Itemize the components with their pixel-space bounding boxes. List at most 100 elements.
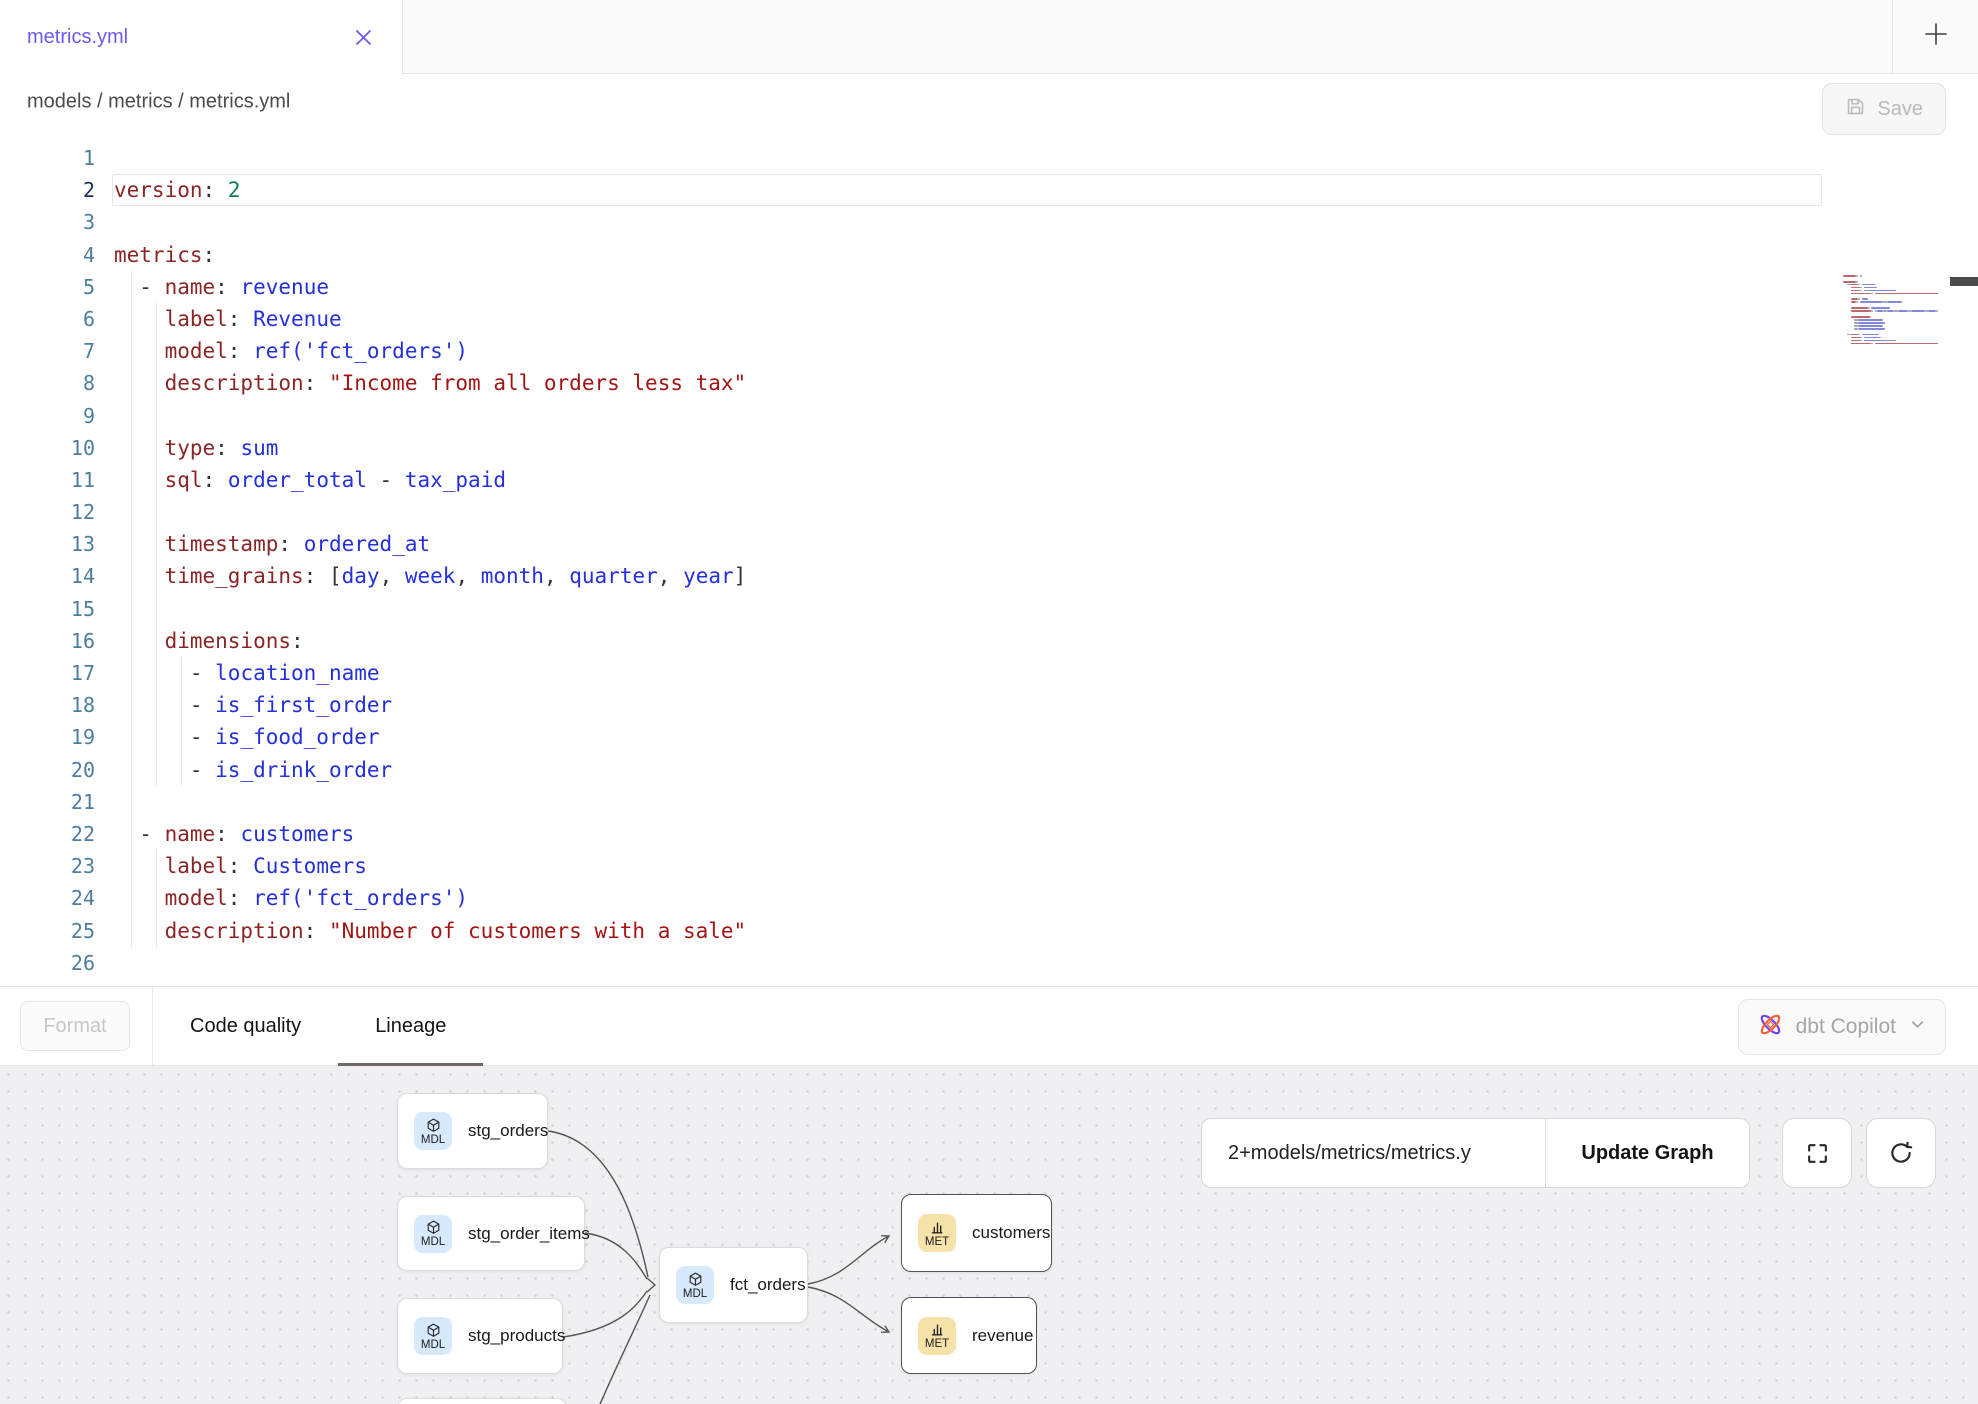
code-line-23[interactable]: 23 label: Customers bbox=[0, 850, 1978, 882]
update-graph-button[interactable]: Update Graph bbox=[1546, 1119, 1749, 1187]
fullscreen-button[interactable] bbox=[1782, 1118, 1852, 1188]
code-line-2[interactable]: 2version: 2 bbox=[0, 174, 1978, 206]
node-label: stg_products bbox=[468, 1326, 565, 1346]
file-header: models / metrics / metrics.yml Save bbox=[0, 74, 1978, 131]
code-text: timestamp: ordered_at bbox=[114, 528, 430, 560]
lineage-node-offscreen[interactable]: MDL bbox=[397, 1398, 567, 1404]
code-line-26[interactable]: 26 bbox=[0, 947, 1978, 979]
code-line-6[interactable]: 6 label: Revenue bbox=[0, 303, 1978, 335]
model-badge: MDL bbox=[414, 1317, 452, 1355]
scrollbar-cursor-mark[interactable] bbox=[1950, 277, 1978, 286]
line-number: 5 bbox=[0, 271, 95, 303]
code-text: metrics: bbox=[114, 239, 215, 271]
lineage-node-stg_products[interactable]: MDL stg_products bbox=[397, 1298, 563, 1374]
code-line-16[interactable]: 16 dimensions: bbox=[0, 625, 1978, 657]
code-line-8[interactable]: 8 description: "Income from all orders l… bbox=[0, 367, 1978, 399]
node-label: revenue bbox=[972, 1326, 1033, 1346]
tab-title: metrics.yml bbox=[27, 26, 128, 49]
line-number: 14 bbox=[0, 560, 95, 592]
tab-code-quality[interactable]: Code quality bbox=[153, 987, 338, 1065]
plus-icon bbox=[1922, 20, 1950, 53]
badge-label: MDL bbox=[421, 1134, 445, 1146]
code-editor[interactable]: 12version: 234metrics:5 - name: revenue6… bbox=[0, 130, 1978, 986]
code-line-18[interactable]: 18 - is_first_order bbox=[0, 689, 1978, 721]
line-number: 8 bbox=[0, 367, 95, 399]
code-line-5[interactable]: 5 - name: revenue bbox=[0, 271, 1978, 303]
lineage-node-stg_orders[interactable]: MDLstg_orders bbox=[397, 1093, 548, 1169]
save-button[interactable]: Save bbox=[1822, 83, 1946, 135]
line-number: 3 bbox=[0, 206, 95, 238]
code-line-15[interactable]: 15 bbox=[0, 593, 1978, 625]
dbt-copilot-button[interactable]: dbt Copilot bbox=[1738, 999, 1946, 1055]
code-line-9[interactable]: 9 bbox=[0, 400, 1978, 432]
line-number: 7 bbox=[0, 335, 95, 367]
code-line-24[interactable]: 24 model: ref('fct_orders') bbox=[0, 882, 1978, 914]
indent-guide bbox=[131, 786, 132, 818]
line-number: 15 bbox=[0, 593, 95, 625]
line-number: 26 bbox=[0, 947, 95, 979]
badge-label: MDL bbox=[421, 1236, 445, 1248]
code-line-20[interactable]: 20 - is_drink_order bbox=[0, 754, 1978, 786]
lineage-filter-input[interactable] bbox=[1202, 1119, 1545, 1187]
code-line-4[interactable]: 4 metrics: bbox=[0, 239, 1978, 271]
save-label: Save bbox=[1877, 98, 1923, 121]
code-text: model: ref('fct_orders') bbox=[114, 882, 468, 914]
model-badge: MDL bbox=[414, 1215, 452, 1253]
code-line-21[interactable]: 21 bbox=[0, 786, 1978, 818]
editor-toolbar: Format Code quality Lineage dbt Copilot bbox=[0, 986, 1978, 1066]
close-tab-icon[interactable] bbox=[350, 24, 376, 50]
line-number: 11 bbox=[0, 464, 95, 496]
line-number: 1 bbox=[0, 142, 95, 174]
metric-badge: MET bbox=[918, 1214, 956, 1252]
refresh-button[interactable] bbox=[1866, 1118, 1936, 1188]
minimap[interactable] bbox=[1843, 272, 1950, 348]
fullscreen-icon bbox=[1805, 1141, 1830, 1166]
metric-badge: MET bbox=[918, 1317, 956, 1355]
code-text: label: Customers bbox=[114, 850, 367, 882]
line-number: 21 bbox=[0, 786, 95, 818]
indent-guide bbox=[131, 400, 132, 432]
code-text: time_grains: [day, week, month, quarter,… bbox=[114, 560, 746, 592]
code-line-11[interactable]: 11 sql: order_total - tax_paid bbox=[0, 464, 1978, 496]
lineage-node-stg_order_items[interactable]: MDLstg_order_items bbox=[397, 1196, 585, 1271]
code-text: type: sum bbox=[114, 432, 278, 464]
indent-guide bbox=[131, 593, 132, 625]
code-line-13[interactable]: 13 timestamp: ordered_at bbox=[0, 528, 1978, 560]
code-line-17[interactable]: 17 - location_name bbox=[0, 657, 1978, 689]
code-line-1[interactable]: 1 bbox=[0, 142, 1978, 174]
line-number: 4 bbox=[0, 239, 95, 271]
code-text: - is_food_order bbox=[114, 721, 380, 753]
code-text: - is_drink_order bbox=[114, 754, 392, 786]
node-label: customers bbox=[972, 1223, 1050, 1243]
code-line-25[interactable]: 25 description: "Number of customers wit… bbox=[0, 915, 1978, 947]
lineage-filter-group: Update Graph bbox=[1201, 1118, 1750, 1188]
lineage-node-revenue[interactable]: MET revenue bbox=[901, 1297, 1037, 1374]
dbt-copilot-icon bbox=[1757, 1011, 1784, 1044]
code-line-12[interactable]: 12 bbox=[0, 496, 1978, 528]
format-button[interactable]: Format bbox=[20, 1001, 130, 1051]
code-text: - name: revenue bbox=[114, 271, 329, 303]
panel-tabs: Code quality Lineage bbox=[153, 987, 483, 1065]
code-line-19[interactable]: 19 - is_food_order bbox=[0, 721, 1978, 753]
dbt-ide-window: metrics.yml models / metrics / metrics.y… bbox=[0, 0, 1978, 1404]
indent-guide bbox=[156, 593, 157, 625]
code-text: version: 2 bbox=[114, 174, 240, 206]
badge-label: MDL bbox=[683, 1288, 707, 1300]
code-line-7[interactable]: 7 model: ref('fct_orders') bbox=[0, 335, 1978, 367]
code-line-3[interactable]: 3 bbox=[0, 206, 1978, 238]
code-line-22[interactable]: 22 - name: customers bbox=[0, 818, 1978, 850]
tab-metrics-yml[interactable]: metrics.yml bbox=[0, 0, 403, 74]
code-line-10[interactable]: 10 type: sum bbox=[0, 432, 1978, 464]
code-line-14[interactable]: 14 time_grains: [day, week, month, quart… bbox=[0, 560, 1978, 592]
line-number: 22 bbox=[0, 818, 95, 850]
code-text: dimensions: bbox=[114, 625, 304, 657]
code-text: - name: customers bbox=[114, 818, 354, 850]
tab-lineage[interactable]: Lineage bbox=[338, 987, 483, 1065]
lineage-node-customers[interactable]: MET customers bbox=[901, 1194, 1052, 1272]
lineage-node-fct_orders[interactable]: MDLfct_orders bbox=[659, 1247, 808, 1323]
new-tab-button[interactable] bbox=[1892, 0, 1978, 73]
lineage-canvas[interactable]: MDLstg_ordersMDLstg_order_itemsMDLstg_pr… bbox=[0, 1066, 1978, 1404]
code-text: description: "Income from all orders les… bbox=[114, 367, 746, 399]
current-line-highlight bbox=[112, 174, 1822, 206]
line-number: 24 bbox=[0, 882, 95, 914]
